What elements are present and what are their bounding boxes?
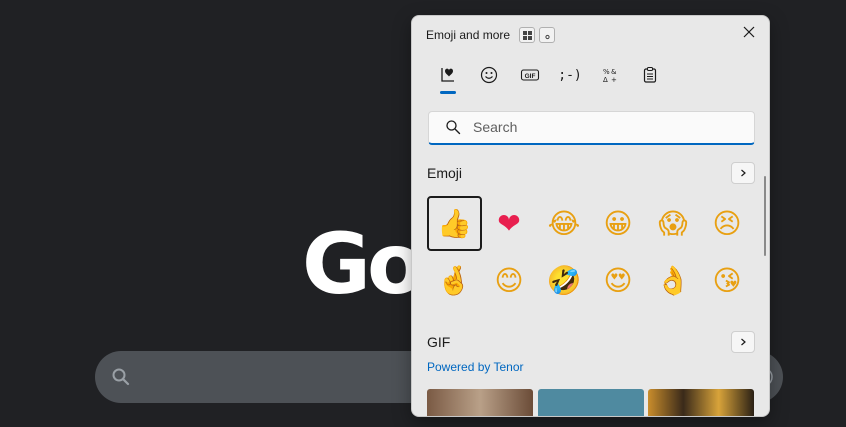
tab-recent[interactable] xyxy=(434,64,464,86)
emoji-cell[interactable]: 😣 xyxy=(700,196,754,250)
kaomoji-label: ;-) xyxy=(558,67,582,83)
search-icon xyxy=(112,368,130,386)
emoji-section-title: Emoji xyxy=(427,165,463,181)
emoji-more-button[interactable] xyxy=(731,162,755,184)
emoji-cell[interactable]: 😀 xyxy=(591,196,645,250)
keyboard-mode-button[interactable] xyxy=(519,27,535,43)
smiley-icon xyxy=(480,66,498,84)
emoji-cell[interactable]: 🤞 xyxy=(427,253,481,307)
panel-title: Emoji and more xyxy=(426,28,511,42)
emoji-cell[interactable]: 👍 xyxy=(427,196,482,251)
emoji-cell[interactable]: 😂 xyxy=(537,196,591,250)
gif-thumbnail[interactable] xyxy=(427,389,533,416)
emoji-cell[interactable]: 😘 xyxy=(700,253,754,307)
chevron-right-icon xyxy=(741,338,746,346)
heart-icon xyxy=(441,68,454,82)
emoji-search-input[interactable] xyxy=(473,116,733,138)
svg-text:Δ: Δ xyxy=(603,76,608,84)
tab-gif[interactable]: GIF xyxy=(515,64,545,86)
grid-icon xyxy=(522,30,532,40)
chevron-right-icon xyxy=(741,169,746,177)
emoji-panel: Emoji and more GIF ;-) % & Δ + Search Em… xyxy=(411,15,770,417)
svg-text:&: & xyxy=(611,68,617,76)
emoji-cell[interactable]: 😍 xyxy=(591,253,645,307)
tab-symbols[interactable]: % & Δ + xyxy=(595,64,625,86)
gif-more-button[interactable] xyxy=(731,331,755,353)
dot-icon xyxy=(544,34,550,39)
gif-section-title: GIF xyxy=(427,334,451,350)
emoji-cell[interactable]: 👌 xyxy=(646,253,700,307)
panel-scrollbar[interactable] xyxy=(764,176,766,256)
tab-kaomoji[interactable]: ;-) xyxy=(555,64,585,86)
emoji-search-box[interactable] xyxy=(428,111,755,145)
clipboard-icon xyxy=(643,67,657,83)
gif-thumbnail[interactable] xyxy=(648,389,754,416)
powered-by-tenor-link[interactable]: Powered by Tenor xyxy=(427,360,524,374)
search-icon xyxy=(446,120,461,135)
tab-emoji[interactable] xyxy=(474,64,504,86)
emoji-cell[interactable]: 😊 xyxy=(482,253,536,307)
svg-text:GIF: GIF xyxy=(525,73,536,80)
svg-text:+: + xyxy=(611,76,617,84)
emoji-cell[interactable]: 😱 xyxy=(646,196,700,250)
symbols-icon: % & Δ + xyxy=(603,68,617,84)
active-tab-indicator xyxy=(440,91,456,94)
close-icon[interactable] xyxy=(741,24,757,40)
gif-icon: GIF xyxy=(520,69,540,81)
gif-thumbnail[interactable] xyxy=(538,389,644,416)
svg-text:%: % xyxy=(603,68,610,76)
emoji-cell[interactable]: ❤ xyxy=(482,196,536,250)
tab-clipboard[interactable] xyxy=(635,64,665,86)
compact-mode-button[interactable] xyxy=(539,27,555,43)
google-logo: Go xyxy=(302,215,425,313)
emoji-cell[interactable]: 🤣 xyxy=(537,253,591,307)
